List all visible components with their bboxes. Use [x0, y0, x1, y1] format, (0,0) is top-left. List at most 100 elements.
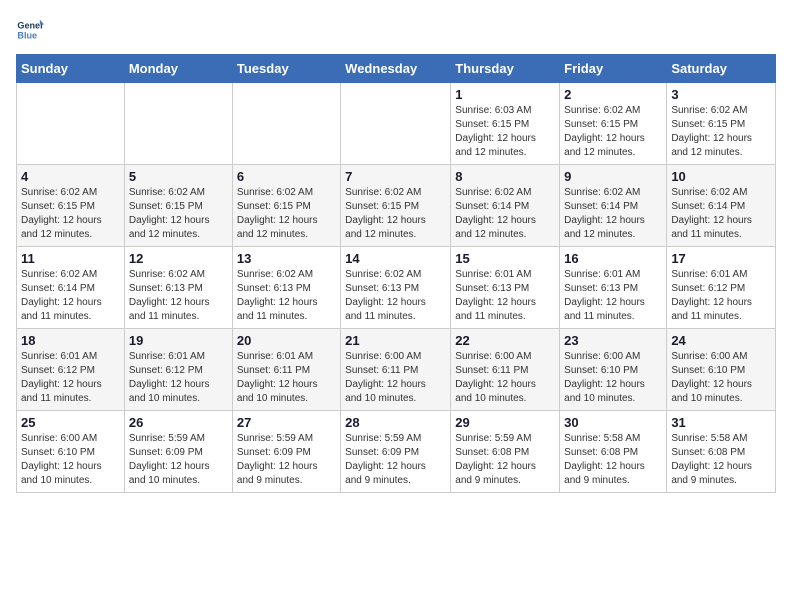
calendar-cell: 14 Sunrise: 6:02 AM Sunset: 6:13 PM Dayli…: [341, 247, 451, 329]
day-number: 25: [21, 415, 120, 430]
day-number: 29: [455, 415, 555, 430]
day-number: 14: [345, 251, 446, 266]
weekday-header-monday: Monday: [124, 55, 232, 83]
weekday-header-wednesday: Wednesday: [341, 55, 451, 83]
calendar-week-row: 1 Sunrise: 6:03 AM Sunset: 6:15 PM Daylig…: [17, 83, 776, 165]
day-number: 17: [671, 251, 771, 266]
weekday-header-row: SundayMondayTuesdayWednesdayThursdayFrid…: [17, 55, 776, 83]
calendar-week-row: 25Sunrise: 6:00 AM Sunset: 6:10 PM Dayli…: [17, 411, 776, 493]
day-number: 30: [564, 415, 662, 430]
day-info: Sunrise: 6:02 AM Sunset: 6:15 PM Dayligh…: [129, 186, 228, 242]
day-info: Sunrise: 5:58 AM Sunset: 6:08 PM Dayligh…: [671, 432, 771, 488]
calendar-cell: 26 Sunrise: 5:59 AM Sunset: 6:09 PM Dayli…: [124, 411, 232, 493]
day-info: Sunrise: 6:02 AM Sunset: 6:15 PM Dayligh…: [345, 186, 446, 242]
day-number: 31: [671, 415, 771, 430]
day-info: Sunrise: 6:02 AM Sunset: 6:14 PM Dayligh…: [455, 186, 555, 242]
day-info: Sunrise: 5:59 AM Sunset: 6:09 PM Dayligh…: [345, 432, 446, 488]
day-number: 24: [671, 333, 771, 348]
calendar-cell: 31 Sunrise: 5:58 AM Sunset: 6:08 PM Dayli…: [667, 411, 776, 493]
day-number: 10: [671, 169, 771, 184]
day-number: 8: [455, 169, 555, 184]
day-info: Sunrise: 6:02 AM Sunset: 6:15 PM Dayligh…: [671, 104, 771, 160]
day-number: 9: [564, 169, 662, 184]
calendar-cell: 6 Sunrise: 6:02 AM Sunset: 6:15 PM Daylig…: [232, 165, 340, 247]
calendar-cell: 17 Sunrise: 6:01 AM Sunset: 6:12 PM Dayli…: [667, 247, 776, 329]
day-number: 16: [564, 251, 662, 266]
calendar-cell: 28Sunrise: 5:59 AM Sunset: 6:09 PM Dayli…: [341, 411, 451, 493]
calendar-cell: 25Sunrise: 6:00 AM Sunset: 6:10 PM Dayli…: [17, 411, 125, 493]
day-number: 12: [129, 251, 228, 266]
header: General Blue: [16, 16, 776, 44]
calendar-cell: 7Sunrise: 6:02 AM Sunset: 6:15 PM Daylig…: [341, 165, 451, 247]
calendar-cell: 8 Sunrise: 6:02 AM Sunset: 6:14 PM Daylig…: [451, 165, 560, 247]
calendar-cell: 16 Sunrise: 6:01 AM Sunset: 6:13 PM Dayli…: [560, 247, 667, 329]
day-number: 21: [345, 333, 446, 348]
day-number: 20: [237, 333, 336, 348]
day-number: 11: [21, 251, 120, 266]
calendar-week-row: 18 Sunrise: 6:01 AM Sunset: 6:12 PM Dayli…: [17, 329, 776, 411]
day-info: Sunrise: 6:01 AM Sunset: 6:13 PM Dayligh…: [564, 268, 662, 324]
day-info: Sunrise: 6:00 AM Sunset: 6:10 PM Dayligh…: [671, 350, 771, 406]
day-info: Sunrise: 6:02 AM Sunset: 6:13 PM Dayligh…: [345, 268, 446, 324]
calendar-cell: 24 Sunrise: 6:00 AM Sunset: 6:10 PM Dayli…: [667, 329, 776, 411]
day-number: 1: [455, 87, 555, 102]
day-info: Sunrise: 6:02 AM Sunset: 6:13 PM Dayligh…: [129, 268, 228, 324]
day-info: Sunrise: 5:58 AM Sunset: 6:08 PM Dayligh…: [564, 432, 662, 488]
day-number: 2: [564, 87, 662, 102]
calendar-cell: 10 Sunrise: 6:02 AM Sunset: 6:14 PM Dayli…: [667, 165, 776, 247]
day-number: 13: [237, 251, 336, 266]
calendar-cell: 12 Sunrise: 6:02 AM Sunset: 6:13 PM Dayli…: [124, 247, 232, 329]
calendar-cell: 27 Sunrise: 5:59 AM Sunset: 6:09 PM Dayli…: [232, 411, 340, 493]
calendar-cell: [124, 83, 232, 165]
day-number: 19: [129, 333, 228, 348]
weekday-header-saturday: Saturday: [667, 55, 776, 83]
logo-icon: General Blue: [16, 16, 44, 44]
calendar-cell: 29 Sunrise: 5:59 AM Sunset: 6:08 PM Dayli…: [451, 411, 560, 493]
calendar-cell: 15 Sunrise: 6:01 AM Sunset: 6:13 PM Dayli…: [451, 247, 560, 329]
day-number: 23: [564, 333, 662, 348]
day-info: Sunrise: 6:01 AM Sunset: 6:13 PM Dayligh…: [455, 268, 555, 324]
day-info: Sunrise: 6:00 AM Sunset: 6:11 PM Dayligh…: [345, 350, 446, 406]
day-info: Sunrise: 5:59 AM Sunset: 6:09 PM Dayligh…: [237, 432, 336, 488]
day-info: Sunrise: 6:02 AM Sunset: 6:14 PM Dayligh…: [671, 186, 771, 242]
calendar-cell: 21 Sunrise: 6:00 AM Sunset: 6:11 PM Dayli…: [341, 329, 451, 411]
calendar-cell: 22 Sunrise: 6:00 AM Sunset: 6:11 PM Dayli…: [451, 329, 560, 411]
calendar-cell: 2Sunrise: 6:02 AM Sunset: 6:15 PM Daylig…: [560, 83, 667, 165]
calendar-cell: 1 Sunrise: 6:03 AM Sunset: 6:15 PM Daylig…: [451, 83, 560, 165]
calendar-cell: 13 Sunrise: 6:02 AM Sunset: 6:13 PM Dayli…: [232, 247, 340, 329]
calendar-cell: 20Sunrise: 6:01 AM Sunset: 6:11 PM Dayli…: [232, 329, 340, 411]
day-number: 3: [671, 87, 771, 102]
calendar-cell: 23 Sunrise: 6:00 AM Sunset: 6:10 PM Dayli…: [560, 329, 667, 411]
calendar-cell: 3 Sunrise: 6:02 AM Sunset: 6:15 PM Daylig…: [667, 83, 776, 165]
day-number: 26: [129, 415, 228, 430]
calendar-cell: 4 Sunrise: 6:02 AM Sunset: 6:15 PM Daylig…: [17, 165, 125, 247]
day-number: 22: [455, 333, 555, 348]
weekday-header-tuesday: Tuesday: [232, 55, 340, 83]
calendar-cell: 9 Sunrise: 6:02 AM Sunset: 6:14 PM Daylig…: [560, 165, 667, 247]
calendar-table: SundayMondayTuesdayWednesdayThursdayFrid…: [16, 54, 776, 493]
calendar-cell: [17, 83, 125, 165]
calendar-cell: 30 Sunrise: 5:58 AM Sunset: 6:08 PM Dayli…: [560, 411, 667, 493]
day-number: 6: [237, 169, 336, 184]
weekday-header-thursday: Thursday: [451, 55, 560, 83]
day-info: Sunrise: 6:01 AM Sunset: 6:12 PM Dayligh…: [671, 268, 771, 324]
day-number: 27: [237, 415, 336, 430]
calendar-cell: [232, 83, 340, 165]
day-number: 18: [21, 333, 120, 348]
day-info: Sunrise: 6:00 AM Sunset: 6:10 PM Dayligh…: [564, 350, 662, 406]
day-number: 15: [455, 251, 555, 266]
day-number: 4: [21, 169, 120, 184]
day-info: Sunrise: 5:59 AM Sunset: 6:09 PM Dayligh…: [129, 432, 228, 488]
day-info: Sunrise: 6:02 AM Sunset: 6:14 PM Dayligh…: [564, 186, 662, 242]
svg-text:Blue: Blue: [17, 30, 37, 40]
day-info: Sunrise: 6:02 AM Sunset: 6:15 PM Dayligh…: [21, 186, 120, 242]
day-info: Sunrise: 6:02 AM Sunset: 6:15 PM Dayligh…: [237, 186, 336, 242]
day-info: Sunrise: 5:59 AM Sunset: 6:08 PM Dayligh…: [455, 432, 555, 488]
weekday-header-sunday: Sunday: [17, 55, 125, 83]
day-info: Sunrise: 6:03 AM Sunset: 6:15 PM Dayligh…: [455, 104, 555, 160]
day-info: Sunrise: 6:00 AM Sunset: 6:11 PM Dayligh…: [455, 350, 555, 406]
day-info: Sunrise: 6:01 AM Sunset: 6:12 PM Dayligh…: [129, 350, 228, 406]
day-info: Sunrise: 6:02 AM Sunset: 6:13 PM Dayligh…: [237, 268, 336, 324]
calendar-cell: 11Sunrise: 6:02 AM Sunset: 6:14 PM Dayli…: [17, 247, 125, 329]
calendar-week-row: 11Sunrise: 6:02 AM Sunset: 6:14 PM Dayli…: [17, 247, 776, 329]
